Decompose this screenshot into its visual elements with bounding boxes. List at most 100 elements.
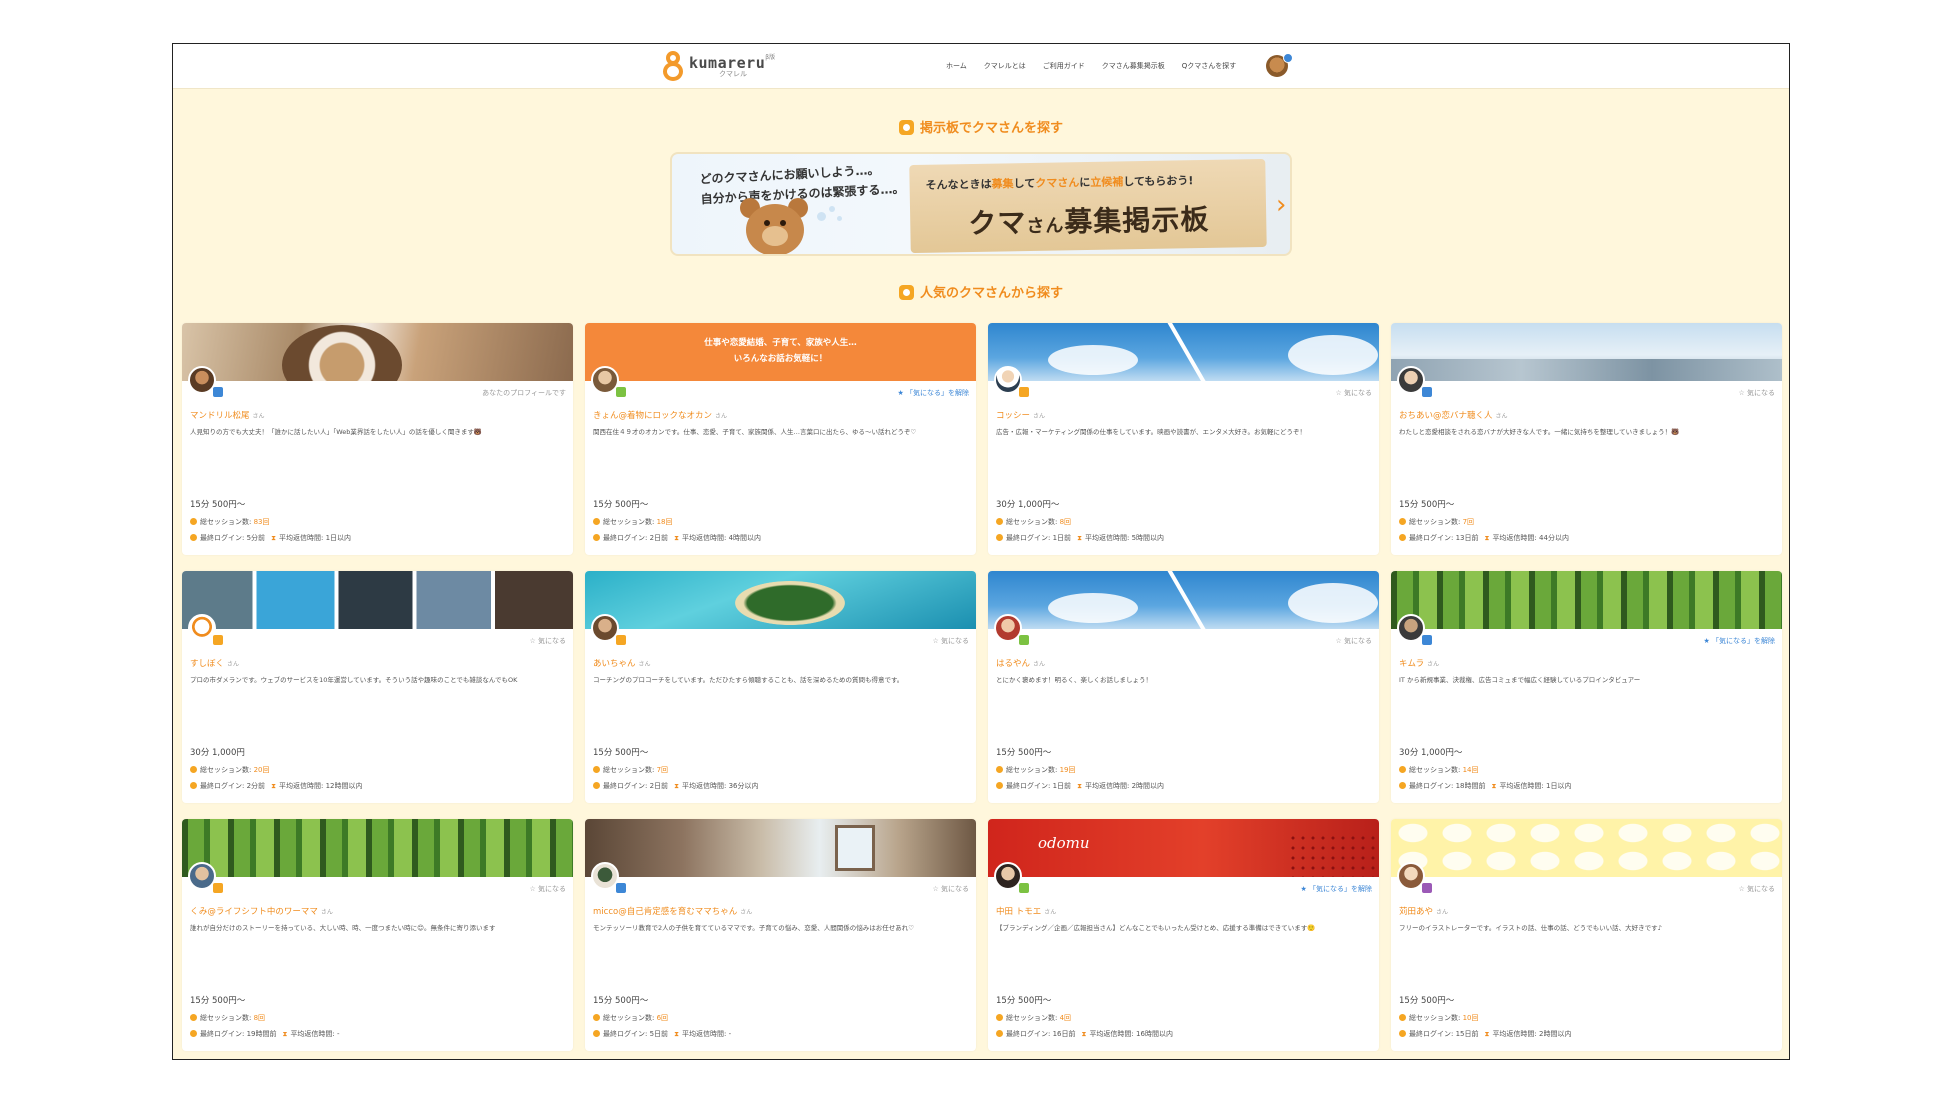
clock-icon: [1399, 1030, 1406, 1037]
clock-icon: [593, 1030, 600, 1037]
card-name: はるやん さん: [996, 659, 1046, 669]
badge-icon: [1421, 882, 1433, 894]
clock-icon: [593, 782, 600, 789]
unfavorite-button[interactable]: ★ 「気になる」を解除: [897, 388, 969, 398]
card-name: マンドリル松尾 さん: [190, 411, 265, 421]
card-activity: 最終ログイン: 5分前 ⧗ 平均返信時間: 1日以内: [190, 533, 351, 543]
card-name: micco@自己肯定感を育むママちゃん さん: [593, 907, 753, 917]
profile-card[interactable]: あなたのプロフィールです マンドリル松尾 さん 人見知りの方でも大丈夫！「誰かに話…: [182, 323, 573, 555]
profile-card[interactable]: ★ 「気になる」を解除 キムラ さん IT から新規事業、決裁権、広告コミュまで幅…: [1391, 571, 1782, 803]
card-description: 誰れが自分だけのストーリーを持っている、大しい時、時、一度つまたい時に😊。無条件…: [190, 924, 496, 932]
card-description: コーチングのプロコーチをしています。ただひたすら傾聴することも、話を深めるための…: [593, 676, 904, 684]
favorite-button[interactable]: ☆ 気になる: [932, 884, 969, 894]
profile-card[interactable]: odomu ★ 「気になる」を解除 中田 トモエ さん 【ブランディング／企画／広…: [988, 819, 1379, 1051]
clock-icon: [1399, 782, 1406, 789]
profile-card[interactable]: ☆ 気になる 苅田あや さん フリーのイラストレーターです。イラストの話、仕事の話…: [1391, 819, 1782, 1051]
card-sessions: 総セッション数: 18回: [593, 517, 673, 527]
card-activity: 最終ログイン: 19時間前 ⧗ 平均返信時間: -: [190, 1029, 340, 1039]
profile-card[interactable]: ☆ 気になる くみ@ライフシフト中のワーママ さん 誰れが自分だけのストーリーを持…: [182, 819, 573, 1051]
top-navbar: kumareruβ版 クマレル ホーム クマレルとは ご利用ガイド クマさん募集…: [173, 44, 1789, 89]
favorite-button[interactable]: ☆ 気になる: [932, 636, 969, 646]
speech-icon: [190, 1014, 197, 1021]
card-price: 15分 500円〜: [593, 748, 649, 758]
speech-icon: [593, 766, 600, 773]
card-activity: 最終ログイン: 2日前 ⧗ 平均返信時間: 36分以内: [593, 781, 759, 791]
menu-search[interactable]: Qクマさんを探す: [1182, 61, 1237, 71]
card-price: 30分 1,000円: [190, 748, 245, 758]
hourglass-icon: ⧗: [271, 534, 276, 542]
cover-image: [988, 571, 1379, 629]
badge-icon: [1421, 634, 1433, 646]
banner-tagline: そんなときは募集してクマさんに立候補してもらおう!: [925, 174, 1194, 192]
speech-icon: [1399, 518, 1406, 525]
banner-plank: そんなときは募集してクマさんに立候補してもらおう! クマさん募集掲示板: [909, 158, 1267, 254]
card-activity: 最終ログイン: 16日前 ⧗ 平均返信時間: 16時間以内: [996, 1029, 1173, 1039]
speech-icon: [190, 518, 197, 525]
card-description: わたしと恋愛相談をされる恋バナが大好きな人です。一緒に気持ちを整理していきましょ…: [1399, 428, 1680, 436]
profile-card[interactable]: ☆ 気になる あいちゃん さん コーチングのプロコーチをしています。ただひたすら傾…: [585, 571, 976, 803]
own-profile-label: あなたのプロフィールです: [482, 389, 566, 397]
cover-image: [1391, 323, 1782, 381]
cover-image: [988, 323, 1379, 381]
site-logo[interactable]: kumareruβ版 クマレル: [663, 51, 775, 81]
logo-subtext: クマレル: [719, 69, 747, 78]
card-price: 15分 500円〜: [593, 500, 649, 510]
badge-icon: [212, 634, 224, 646]
menu-home[interactable]: ホーム: [946, 61, 967, 71]
cover-script-text: odomu: [1038, 834, 1090, 852]
speech-icon: [593, 1014, 600, 1021]
main-menu: ホーム クマレルとは ご利用ガイド クマさん募集掲示板 Qクマさんを探す: [946, 61, 1236, 71]
clock-icon: [593, 534, 600, 541]
card-price: 15分 500円〜: [190, 500, 246, 510]
card-name: あいちゃん さん: [593, 659, 651, 669]
favorite-button[interactable]: ☆ 気になる: [529, 636, 566, 646]
badge-icon: [615, 882, 627, 894]
clock-icon: [190, 782, 197, 789]
card-sessions: 総セッション数: 20回: [190, 765, 270, 775]
card-activity: 最終ログイン: 5日前 ⧗ 平均返信時間: -: [593, 1029, 731, 1039]
board-banner[interactable]: どのクマさんにお願いしよう…。 自分から声をかけるのは緊張する…。 そんなときは…: [670, 152, 1292, 256]
card-price: 15分 500円〜: [593, 996, 649, 1006]
profile-card[interactable]: ☆ 気になる すしぼく さん プロの市ダメランです。ウェブのサービスを10年運営し…: [182, 571, 573, 803]
profile-card[interactable]: ☆ 気になる コッシー さん 広告・広報・マーケティング関係の仕事をしています。映…: [988, 323, 1379, 555]
speech-icon: [1399, 766, 1406, 773]
card-name: くみ@ライフシフト中のワーママ さん: [190, 907, 333, 917]
card-name: 苅田あや さん: [1399, 907, 1449, 917]
hourglass-icon: ⧗: [674, 782, 679, 790]
logo-text: kumareru: [689, 53, 766, 72]
cover-image: [1391, 819, 1782, 877]
speech-icon: [190, 766, 197, 773]
menu-guide[interactable]: ご利用ガイド: [1043, 61, 1085, 71]
profile-card[interactable]: ☆ 気になる micco@自己肯定感を育むママちゃん さん モンテッソーリ教育で2…: [585, 819, 976, 1051]
hourglass-icon: ⧗: [1484, 1030, 1490, 1038]
card-sessions: 総セッション数: 8回: [190, 1013, 265, 1023]
card-activity: 最終ログイン: 1日前 ⧗ 平均返信時間: 5時間以内: [996, 533, 1164, 543]
favorite-button[interactable]: ☆ 気になる: [1335, 388, 1372, 398]
card-description: IT から新規事業、決裁権、広告コミュまで幅広く経験しているプロインタビュアー: [1399, 676, 1641, 684]
card-description: 関西在住４９才のオカンです。仕事、恋愛、子育て、家族関係、人生…言葉口に出たら、…: [593, 428, 917, 436]
section-title-board: 掲示板でクマさんを探す: [173, 117, 1789, 136]
profile-card[interactable]: 仕事や恋愛結婚、子育て、家族や人生… いろんなお話お気軽に！ ★ 「気になる」を解…: [585, 323, 976, 555]
clock-icon: [996, 1030, 1003, 1037]
cover-image: [182, 571, 573, 629]
menu-about[interactable]: クマレルとは: [984, 61, 1026, 71]
card-name: 中田 トモエ さん: [996, 907, 1057, 917]
favorite-button[interactable]: ☆ 気になる: [1335, 636, 1372, 646]
card-sessions: 総セッション数: 4回: [996, 1013, 1071, 1023]
favorite-button[interactable]: ☆ 気になる: [1738, 884, 1775, 894]
card-sessions: 総セッション数: 14回: [1399, 765, 1479, 775]
unfavorite-button[interactable]: ★ 「気になる」を解除: [1703, 636, 1775, 646]
favorite-button[interactable]: ☆ 気になる: [529, 884, 566, 894]
profile-card[interactable]: ☆ 気になる おちあい@恋バナ聴く人 さん わたしと恋愛相談をされる恋バナが大好き…: [1391, 323, 1782, 555]
unfavorite-button[interactable]: ★ 「気になる」を解除: [1300, 884, 1372, 894]
card-price: 30分 1,000円〜: [996, 500, 1060, 510]
hourglass-icon: ⧗: [271, 782, 276, 790]
menu-board[interactable]: クマさん募集掲示板: [1102, 61, 1165, 71]
card-sessions: 総セッション数: 7回: [593, 765, 668, 775]
profile-card[interactable]: ☆ 気になる はるやん さん とにかく褒めます！明るく、楽しくお話しましょう！ 1…: [988, 571, 1379, 803]
card-activity: 最終ログイン: 15日前 ⧗ 平均返信時間: 2時間以内: [1399, 1029, 1572, 1039]
favorite-button[interactable]: ☆ 気になる: [1738, 388, 1775, 398]
card-activity: 最終ログイン: 1日前 ⧗ 平均返信時間: 2時間以内: [996, 781, 1164, 791]
badge-icon: [615, 634, 627, 646]
card-sessions: 総セッション数: 10回: [1399, 1013, 1479, 1023]
